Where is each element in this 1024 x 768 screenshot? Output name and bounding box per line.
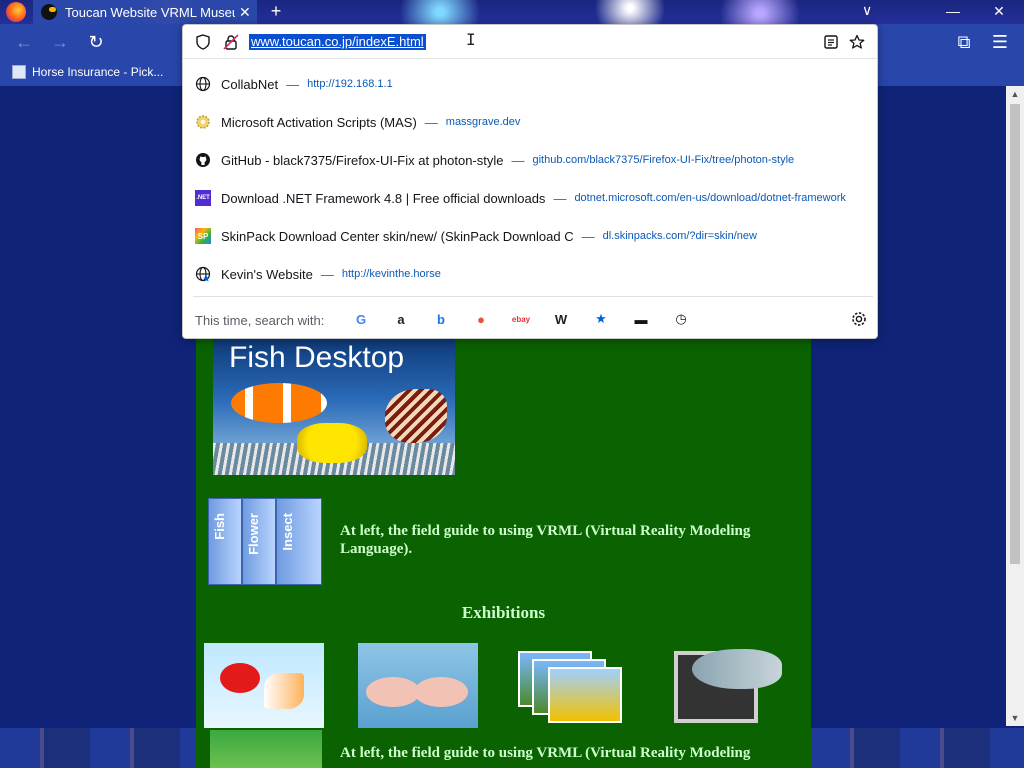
repeat-caption: At left, the field guide to using VRML (…: [340, 745, 751, 761]
minimize-button[interactable]: —: [930, 0, 976, 24]
url-dropdown: www.toucan.co.jp/indexE.html I CollabNet…: [182, 24, 878, 339]
suggestion-row[interactable]: GitHub - black7375/Firefox-UI-Fix at pho…: [183, 141, 877, 179]
extensions-icon[interactable]: ⧉: [952, 30, 976, 54]
bookmark-horse-insurance[interactable]: Horse Insurance - Pick...: [12, 65, 163, 79]
tabs-icon[interactable]: ▬: [631, 309, 651, 329]
field-guide-books[interactable]: Fish Flower Insect: [208, 498, 322, 585]
github-icon: [195, 152, 211, 168]
search-settings-icon[interactable]: [849, 309, 869, 329]
suggestion-url: dotnet.microsoft.com/en-us/download/dotn…: [574, 192, 846, 204]
dotnet-icon: .NET: [195, 190, 211, 206]
suggestion-row[interactable]: CollabNet — http://192.168.1.1: [183, 65, 877, 103]
repeat-thumbnail: [210, 730, 322, 768]
bookmark-globe-icon: [195, 266, 211, 282]
suggestion-title: SkinPack Download Center skin/new/ (Skin…: [221, 228, 574, 244]
suggestion-url: http://kevinthe.horse: [341, 268, 441, 280]
suggestion-separator: —: [553, 190, 567, 206]
search-divider: [193, 296, 873, 297]
field-guide-caption: At left, the field guide to using VRML (…: [340, 523, 751, 557]
scroll-up-icon[interactable]: ▲: [1006, 86, 1024, 102]
list-tabs-icon[interactable]: ∨: [862, 2, 872, 19]
duckduckgo-icon[interactable]: ●: [471, 309, 491, 329]
insect-book: Insect: [276, 498, 322, 585]
suggestion-url: dl.skinpacks.com/?dir=skin/new: [602, 230, 757, 242]
suggestion-title: Download .NET Framework 4.8 | Free offic…: [221, 190, 546, 206]
wikipedia-icon[interactable]: W: [551, 309, 571, 329]
clownfish-image: [231, 383, 327, 423]
one-off-search-bar: This time, search with: Ga b ● ebay W ★ ▬ ◷: [183, 303, 877, 335]
globe-icon: [195, 76, 211, 92]
title-bar: Toucan Website VRML Museum ✕ + ∨ — ✕: [0, 0, 1024, 24]
boxfish-image: [297, 423, 367, 463]
insecure-lock-icon[interactable]: [223, 34, 239, 50]
exhibit-flower-butterfly[interactable]: [204, 643, 324, 728]
fish-desktop-banner[interactable]: Fish Desktop: [213, 339, 455, 475]
tab-toucan[interactable]: Toucan Website VRML Museum ✕: [33, 0, 257, 24]
suggestion-title: Microsoft Activation Scripts (MAS): [221, 114, 417, 130]
flower-book: Flower: [242, 498, 276, 585]
suggestion-row[interactable]: Kevin's Website — http://kevinthe.horse: [183, 255, 877, 293]
reload-button[interactable]: ↻: [84, 30, 108, 54]
url-input[interactable]: www.toucan.co.jp/indexE.html: [249, 34, 426, 50]
suggestion-row[interactable]: SP SkinPack Download Center skin/new/ (S…: [183, 217, 877, 255]
app-menu-button[interactable]: ☰: [988, 30, 1012, 54]
bookmark-star-icon[interactable]: [849, 34, 865, 50]
photo-card: [548, 667, 622, 723]
suggestion-row[interactable]: Microsoft Activation Scripts (MAS) — mas…: [183, 103, 877, 141]
suggestion-title: GitHub - black7375/Firefox-UI-Fix at pho…: [221, 152, 504, 168]
suggestion-url: http://192.168.1.1: [307, 78, 393, 90]
suggestion-url: github.com/black7375/Firefox-UI-Fix/tree…: [532, 154, 795, 166]
suggestion-separator: —: [424, 114, 438, 130]
tab-title: Toucan Website VRML Museum: [65, 4, 235, 20]
fish-book: Fish: [208, 498, 242, 585]
exhibit-tv-fish[interactable]: [668, 643, 784, 728]
ebay-icon[interactable]: ebay: [511, 309, 531, 329]
url-bar[interactable]: www.toucan.co.jp/indexE.html I: [183, 25, 877, 59]
exhibit-kissing-fish[interactable]: [358, 643, 478, 728]
exhibit-photo-stack[interactable]: [518, 643, 624, 728]
back-button[interactable]: ←: [12, 30, 36, 54]
suggestion-title: CollabNet: [221, 76, 279, 92]
suggestion-separator: —: [581, 228, 595, 244]
reader-view-icon[interactable]: [823, 34, 839, 50]
text-cursor-icon: I: [466, 30, 476, 49]
amazon-icon[interactable]: a: [391, 309, 411, 329]
bookmarks-star-icon[interactable]: ★: [591, 309, 611, 329]
firefox-logo-icon[interactable]: [6, 2, 26, 22]
gear-site-icon: [195, 114, 211, 130]
scroll-down-icon[interactable]: ▼: [1006, 710, 1024, 726]
suggestion-separator: —: [320, 266, 334, 282]
bing-icon[interactable]: b: [431, 309, 451, 329]
fish-image: [692, 649, 782, 689]
bookmark-favicon-icon: [12, 65, 26, 79]
forward-button[interactable]: →: [48, 30, 72, 54]
lionfish-image: [385, 389, 447, 443]
banner-title: Fish Desktop: [229, 341, 405, 374]
close-window-button[interactable]: ✕: [976, 0, 1022, 24]
suggestion-separator: —: [286, 76, 300, 92]
scroll-thumb[interactable]: [1010, 104, 1020, 564]
exhibitions-heading: Exhibitions: [461, 603, 546, 622]
page-scrollbar[interactable]: ▲ ▼: [1006, 86, 1024, 726]
bookmark-label: Horse Insurance - Pick...: [32, 65, 164, 79]
suggestion-row[interactable]: .NET Download .NET Framework 4.8 | Free …: [183, 179, 877, 217]
suggestion-separator: —: [511, 152, 525, 168]
suggestion-url: massgrave.dev: [445, 116, 521, 128]
tab-close-icon[interactable]: ✕: [239, 4, 251, 21]
suggestion-title: Kevin's Website: [221, 266, 313, 282]
google-icon[interactable]: G: [351, 309, 371, 329]
toucan-favicon-icon: [41, 4, 57, 20]
history-icon[interactable]: ◷: [671, 309, 691, 329]
new-tab-button[interactable]: +: [264, 0, 288, 24]
tracking-shield-icon[interactable]: [195, 34, 211, 50]
search-with-label: This time, search with:: [195, 313, 325, 328]
skinpack-icon: SP: [195, 228, 211, 244]
